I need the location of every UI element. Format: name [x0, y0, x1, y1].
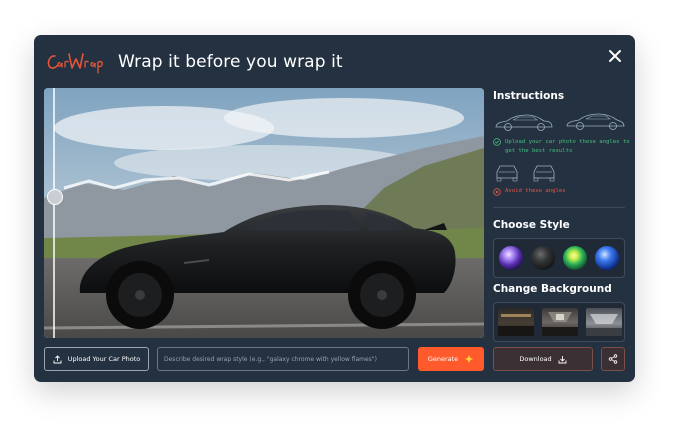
choose-style-heading: Choose Style	[493, 219, 570, 231]
section-divider	[493, 207, 625, 208]
good-angle-side-car-icon	[495, 114, 553, 131]
close-icon[interactable]	[606, 47, 624, 65]
page-title: Wrap it before you wrap it	[118, 52, 343, 72]
share-button[interactable]	[601, 347, 625, 371]
style-options-panel	[493, 238, 625, 278]
change-background-heading: Change Background	[493, 283, 612, 295]
download-button[interactable]: Download	[493, 347, 593, 371]
compare-slider-line[interactable]	[53, 88, 55, 338]
sparkle-icon	[464, 354, 474, 364]
generate-button-label: Generate	[427, 355, 459, 363]
style-swatch-blue-gloss[interactable]	[595, 246, 619, 270]
style-swatch-purple-chrome[interactable]	[499, 246, 523, 270]
wrap-style-prompt-input[interactable]	[157, 347, 409, 371]
instructions-heading: Instructions	[493, 90, 565, 102]
background-options-panel	[493, 302, 625, 342]
upload-photo-button[interactable]: Upload Your Car Photo	[44, 347, 149, 371]
good-angle-three-quarter-car-icon	[566, 113, 625, 130]
background-thumb-studio-white[interactable]	[586, 308, 622, 336]
share-icon	[608, 354, 618, 364]
generate-button[interactable]: Generate	[418, 347, 484, 371]
good-angles-text: Upload your car photo these angles to ge…	[505, 139, 630, 154]
download-icon	[558, 355, 567, 363]
wrap-modal: Wrap it before you wrap it Instructions …	[34, 35, 635, 382]
background-thumb-garage-dark[interactable]	[498, 308, 534, 336]
style-swatch-green-chrome[interactable]	[563, 246, 587, 270]
style-swatch-matte-black[interactable]	[531, 246, 555, 270]
download-button-label: Download	[519, 355, 552, 363]
bad-angle-front-car-icon	[496, 165, 518, 182]
bad-angles-text: Avoid these angles	[505, 188, 566, 194]
compare-slider-handle[interactable]	[47, 189, 63, 205]
car-preview-image	[44, 88, 484, 338]
background-thumb-showroom-tunnel[interactable]	[542, 308, 578, 336]
upload-button-label: Upload Your Car Photo	[67, 355, 141, 363]
bad-angle-rear-car-icon	[533, 165, 555, 182]
upload-icon	[53, 354, 62, 363]
brand-logo	[47, 53, 103, 74]
